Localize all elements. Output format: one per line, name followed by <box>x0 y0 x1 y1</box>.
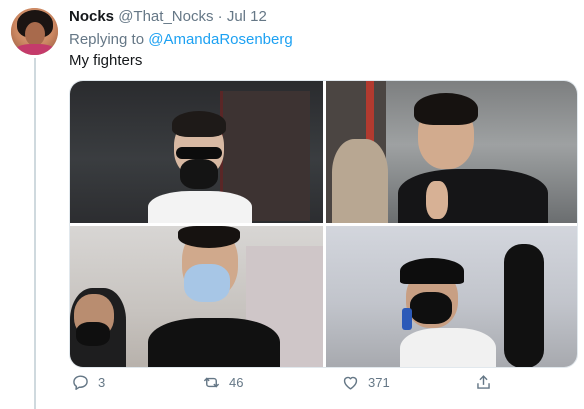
photo-3-hair <box>178 226 240 248</box>
replying-to-line: Replying to @AmandaRosenberg <box>69 31 293 48</box>
media-grid <box>69 80 578 368</box>
tweet-actions: 3 46 371 <box>69 373 578 401</box>
photo-4[interactable] <box>326 226 577 367</box>
photo-2-suit <box>398 169 548 223</box>
photo-4-guitar-case <box>504 244 544 367</box>
photo-1[interactable] <box>70 81 323 223</box>
photo-4-mask <box>410 292 452 324</box>
author-name[interactable]: Nocks <box>69 8 114 25</box>
photo-2-hands <box>426 181 448 219</box>
photo-4-phone <box>402 308 412 330</box>
photo-3-side-mask <box>76 322 110 346</box>
replying-to-label: Replying to <box>69 31 145 48</box>
share-button[interactable] <box>474 373 493 392</box>
reply-icon <box>73 375 88 390</box>
photo-4-cap <box>400 258 464 284</box>
retweet-button[interactable]: 46 <box>202 373 243 392</box>
photo-3-mask <box>184 264 230 302</box>
like-count: 371 <box>368 375 390 390</box>
reply-count: 3 <box>98 375 106 390</box>
header-separator: · <box>217 8 223 25</box>
photo-2-hair <box>414 93 478 125</box>
photo-3[interactable] <box>70 226 323 367</box>
photo-1-hair <box>172 111 226 137</box>
replying-to-mention[interactable]: @AmandaRosenberg <box>148 31 292 48</box>
share-icon <box>477 375 490 389</box>
author-handle[interactable]: @That_Nocks <box>118 8 213 25</box>
retweet-icon <box>203 377 220 388</box>
avatar-face <box>25 22 45 46</box>
tweet-text: My fighters <box>69 52 143 69</box>
like-button[interactable]: 371 <box>341 373 390 392</box>
photo-4-tank-top <box>400 328 496 367</box>
heart-icon <box>343 376 358 390</box>
photo-1-shirt <box>148 191 252 223</box>
reply-button[interactable]: 3 <box>71 373 105 392</box>
photo-2-background-person <box>332 139 388 223</box>
avatar-clothing <box>15 44 55 55</box>
avatar[interactable] <box>11 8 58 55</box>
thread-line <box>34 58 36 409</box>
tweet-date[interactable]: Jul 12 <box>227 8 267 25</box>
photo-3-shirt <box>148 318 280 367</box>
retweet-count: 46 <box>229 375 244 390</box>
photo-1-mask <box>180 159 218 189</box>
tweet-header: Nocks @That_Nocks · Jul 12 <box>69 8 267 25</box>
photo-1-sunglasses <box>176 147 222 159</box>
photo-2[interactable] <box>326 81 577 223</box>
